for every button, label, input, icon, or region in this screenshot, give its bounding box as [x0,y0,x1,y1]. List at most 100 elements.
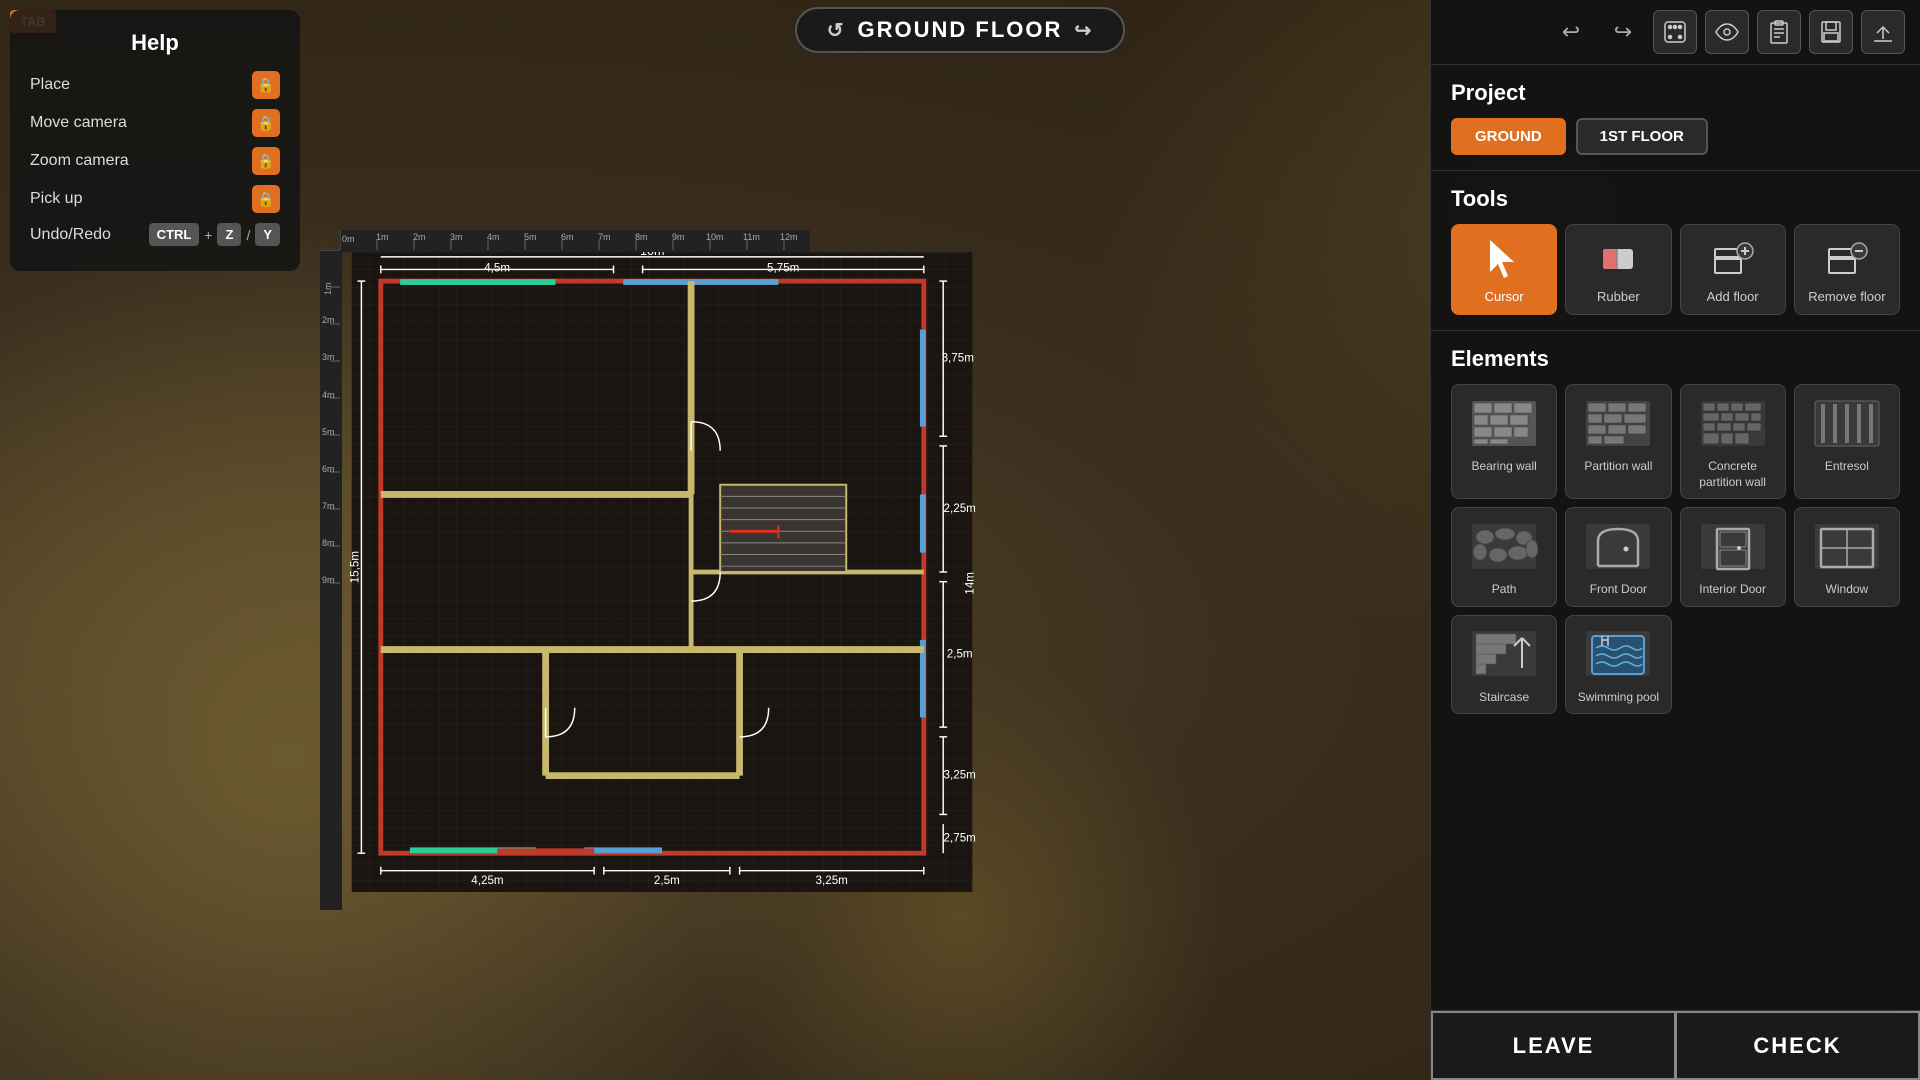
project-title: Project [1451,80,1900,106]
svg-text:3,25m: 3,25m [816,874,848,887]
dice-button[interactable] [1653,10,1697,54]
clipboard-button[interactable] [1757,10,1801,54]
first-floor-btn[interactable]: 1ST FLOOR [1576,118,1708,155]
svg-text:10m: 10m [640,252,665,258]
add-floor-tool[interactable]: Add floor [1680,224,1786,315]
partition-wall-icon [1583,393,1653,453]
remove-floor-tool[interactable]: Remove floor [1794,224,1900,315]
floor-indicator[interactable]: ↺ GROUND FLOOR ↪ [795,7,1125,53]
svg-text:1m: 1m [323,282,333,295]
help-pickup-label: Pick up [30,190,82,208]
slash-symbol: / [246,227,250,243]
add-floor-icon [1709,235,1757,283]
rubber-label: Rubber [1597,289,1640,304]
help-row-undo: Undo/Redo CTRL + Z / Y [30,223,280,246]
floor-label: GROUND FLOOR [858,17,1063,43]
window-icon [1812,516,1882,576]
help-row-move: Move camera 🔒 [30,109,280,137]
svg-text:8m: 8m [322,538,335,548]
cursor-label: Cursor [1485,289,1524,304]
staircase-label: Staircase [1479,690,1529,706]
bearing-wall-btn[interactable]: Bearing wall [1451,384,1557,499]
swimming-pool-label: Swimming pool [1578,690,1659,706]
svg-text:5,75m: 5,75m [767,262,799,275]
svg-text:12m: 12m [780,232,798,242]
svg-text:7m: 7m [322,501,335,511]
check-button[interactable]: CHECK [1675,1011,1920,1080]
swimming-pool-btn[interactable]: Swimming pool [1565,615,1671,715]
tools-grid: Cursor Rubber [1451,224,1900,315]
z-key: Z [217,223,241,246]
upload-button[interactable] [1861,10,1905,54]
svg-text:8m: 8m [635,232,648,242]
staircase-icon [1469,624,1539,684]
window-label: Window [1826,582,1869,598]
elements-grid: Bearing wall [1451,384,1900,714]
redo-button[interactable]: ↪ [1601,10,1645,54]
help-undo-keys: CTRL + Z / Y [149,223,280,246]
help-zoom-key: 🔒 [252,147,280,175]
path-label: Path [1492,582,1517,598]
concrete-wall-label: Concrete partition wall [1686,459,1780,490]
staircase-btn[interactable]: Staircase [1451,615,1557,715]
svg-text:11m: 11m [743,232,760,242]
svg-text:3m: 3m [322,352,335,362]
help-row-zoom: Zoom camera 🔒 [30,147,280,175]
entresol-btn[interactable]: Entresol [1794,384,1900,499]
ctrl-key: CTRL [149,223,200,246]
svg-text:9m: 9m [672,232,685,242]
svg-text:1m: 1m [376,232,389,242]
rubber-tool[interactable]: Rubber [1565,224,1671,315]
ground-floor-btn[interactable]: GROUND [1451,118,1566,155]
svg-text:5m: 5m [322,427,335,437]
svg-text:4,5m: 4,5m [484,262,510,275]
elements-section: Elements [1431,331,1920,1010]
svg-text:2,5m: 2,5m [947,648,973,661]
help-move-key: 🔒 [252,109,280,137]
svg-text:2m: 2m [322,315,335,325]
swimming-pool-icon [1583,624,1653,684]
interior-door-label: Interior Door [1699,582,1766,598]
svg-text:2m: 2m [413,232,426,242]
interior-door-btn[interactable]: Interior Door [1680,507,1786,607]
svg-text:6m: 6m [322,464,335,474]
svg-text:3m: 3m [450,232,463,242]
partition-wall-btn[interactable]: Partition wall [1565,384,1671,499]
svg-text:2,5m: 2,5m [654,874,680,887]
front-door-label: Front Door [1590,582,1647,598]
svg-text:3,25m: 3,25m [944,769,976,782]
help-undo-label: Undo/Redo [30,226,111,244]
svg-text:6m: 6m [561,232,574,242]
blueprint-container[interactable]: 0m 1m 2m 3m 4m 5m 6m 7m 8m 9m 10m 11m 12… [320,230,810,910]
front-door-btn[interactable]: Front Door [1565,507,1671,607]
path-icon [1469,516,1539,576]
remove-floor-icon [1823,235,1871,283]
leave-button[interactable]: LEAVE [1431,1011,1675,1080]
window-btn[interactable]: Window [1794,507,1900,607]
rotate-right-icon: ↪ [1074,18,1093,43]
undo-button[interactable]: ↩ [1549,10,1593,54]
concrete-wall-btn[interactable]: Concrete partition wall [1680,384,1786,499]
svg-text:15,5m: 15,5m [349,551,362,583]
entresol-label: Entresol [1825,459,1869,475]
canvas-area: 0m 1m 2m 3m 4m 5m 6m 7m 8m 9m 10m 11m 12… [320,60,810,1080]
svg-text:5m: 5m [524,232,537,242]
concrete-wall-icon [1698,393,1768,453]
tools-title: Tools [1451,186,1900,212]
svg-text:2,25m: 2,25m [944,502,976,515]
cursor-tool[interactable]: Cursor [1451,224,1557,315]
svg-text:2,75m: 2,75m [944,832,976,845]
y-key: Y [255,223,280,246]
bottom-buttons: LEAVE CHECK [1431,1010,1920,1080]
eye-button[interactable] [1705,10,1749,54]
help-move-label: Move camera [30,114,127,132]
front-door-icon [1583,516,1653,576]
help-place-label: Place [30,76,70,94]
save-button[interactable] [1809,10,1853,54]
svg-text:4m: 4m [487,232,500,242]
floor-buttons: GROUND 1ST FLOOR [1451,118,1900,155]
path-btn[interactable]: Path [1451,507,1557,607]
cursor-icon [1480,235,1528,283]
floorplan-svg[interactable]: 10m 4,5m 5,75m 3,75m 2,25m [342,252,982,892]
tools-section: Tools Cursor [1431,171,1920,331]
